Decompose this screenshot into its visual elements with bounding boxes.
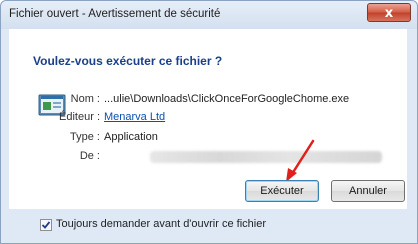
- publisher-label: Éditeur :: [59, 111, 100, 123]
- close-button[interactable]: x: [367, 3, 411, 22]
- red-arrow-annotation: [286, 139, 315, 182]
- from-value-blurred: [150, 151, 382, 163]
- from-label: De :: [79, 150, 100, 162]
- type-value: Application: [104, 131, 158, 143]
- always-ask-label[interactable]: Toujours demander avant d'ouvrir ce fich…: [56, 218, 266, 230]
- type-label: Type :: [70, 131, 100, 143]
- dialog-heading: Voulez-vous exécuter ce fichier ?: [33, 54, 223, 68]
- publisher-link[interactable]: Menarva Ltd: [104, 111, 165, 123]
- always-ask-checkbox[interactable]: [40, 219, 52, 231]
- window-title: Fichier ouvert - Avertissement de sécuri…: [9, 8, 221, 20]
- name-label: Nom :: [70, 93, 100, 105]
- checkmark-icon: [41, 221, 51, 229]
- close-icon: x: [384, 6, 394, 21]
- cancel-button[interactable]: Annuler: [331, 180, 405, 202]
- title-bar[interactable]: Fichier ouvert - Avertissement de sécuri…: [1, 1, 417, 29]
- name-value: ...ulie\Downloads\ClickOnceForGoogleChom…: [104, 93, 350, 105]
- run-button[interactable]: Exécuter: [245, 180, 319, 202]
